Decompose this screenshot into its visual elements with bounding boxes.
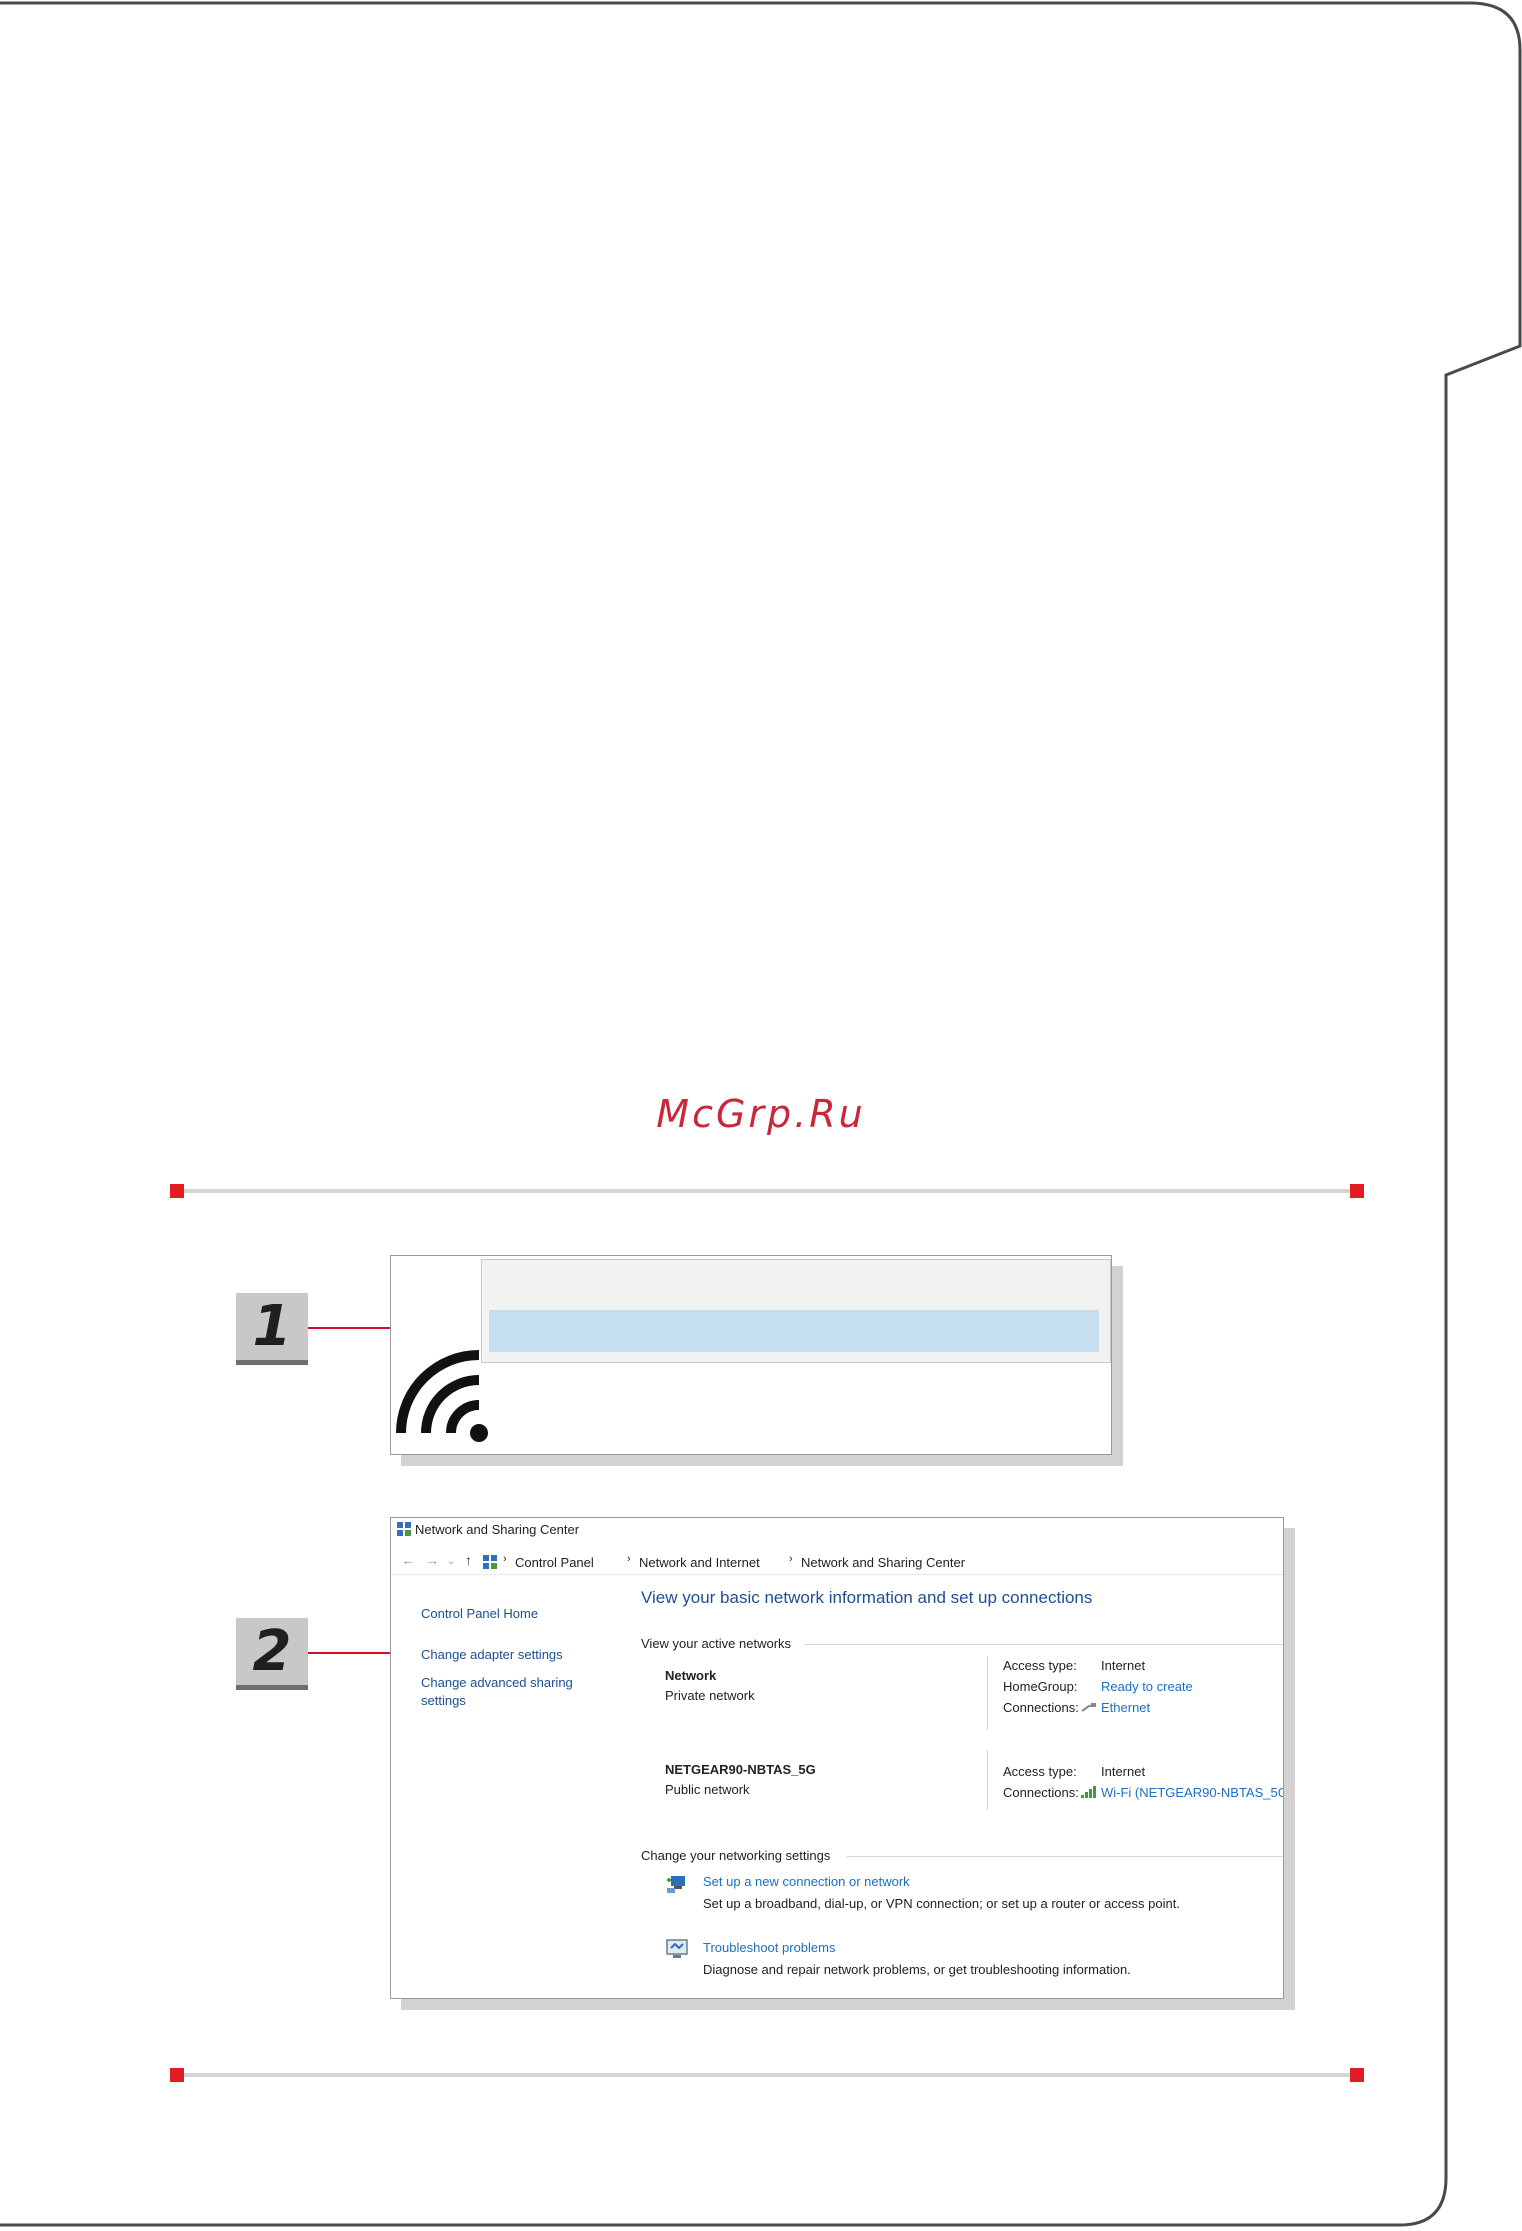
- step-2-leader-line: [308, 1652, 400, 1654]
- setup-connection-link[interactable]: Set up a new connection or network: [703, 1874, 910, 1889]
- new-connection-icon: [667, 1876, 685, 1893]
- change-settings-label: Change your networking settings: [641, 1848, 831, 1863]
- active-networks-label: View your active networks: [641, 1636, 792, 1651]
- breadcrumb-separator-icon: ›: [789, 1553, 793, 1565]
- sidebar-change-advanced-sharing-line2[interactable]: settings: [421, 1693, 466, 1708]
- context-menu: [481, 1259, 1111, 1363]
- network-2-connection-link[interactable]: Wi-Fi (NETGEAR90-NBTAS_5G): [1101, 1785, 1283, 1800]
- network-1-access-value: Internet: [1101, 1658, 1146, 1673]
- troubleshoot-link[interactable]: Troubleshoot problems: [703, 1940, 835, 1955]
- back-arrow-icon[interactable]: ←: [401, 1552, 415, 1568]
- breadcrumb-control-panel-icon: [483, 1555, 497, 1569]
- network-2-name: NETGEAR90-NBTAS_5G: [665, 1762, 816, 1777]
- network-1-name: Network: [665, 1668, 717, 1683]
- control-panel-icon: [397, 1522, 411, 1536]
- troubleshoot-description: Diagnose and repair network problems, or…: [703, 1962, 1131, 1977]
- wifi-icon[interactable]: [391, 1338, 501, 1456]
- network-1-access-label: Access type:: [1003, 1658, 1077, 1673]
- network-2-connections-label: Connections:: [1003, 1785, 1079, 1800]
- breadcrumb-separator-icon: ›: [627, 1553, 631, 1565]
- section-divider-top: [170, 1184, 1364, 1198]
- network-2-separator: [987, 1750, 988, 1810]
- ethernet-icon: [1081, 1703, 1097, 1712]
- breadcrumb-network-sharing[interactable]: Network and Sharing Center: [801, 1555, 965, 1570]
- active-networks-divider: [805, 1644, 1283, 1645]
- network-1-connections-label: Connections:: [1003, 1700, 1079, 1715]
- setup-connection-description: Set up a broadband, dial-up, or VPN conn…: [703, 1896, 1180, 1911]
- wifi-signal-icon: [1081, 1786, 1096, 1798]
- toolbar-divider: [391, 1574, 1283, 1575]
- step-2-badge: 2: [236, 1618, 308, 1690]
- network-2-access-label: Access type:: [1003, 1764, 1077, 1779]
- network-sharing-center-window: Network and Sharing Center ← → ⌄ ↑ › Con…: [390, 1517, 1284, 1999]
- change-settings-divider: [847, 1856, 1283, 1857]
- network-1-homegroup-link[interactable]: Ready to create: [1101, 1679, 1193, 1694]
- up-arrow-icon[interactable]: ↑: [465, 1552, 472, 1568]
- breadcrumb-network-internet[interactable]: Network and Internet: [639, 1555, 760, 1570]
- window-title: Network and Sharing Center: [415, 1522, 580, 1537]
- network-1-connection-link[interactable]: Ethernet: [1101, 1700, 1150, 1715]
- sidebar-control-panel-home[interactable]: Control Panel Home: [421, 1606, 538, 1621]
- menu-item-highlighted[interactable]: [489, 1310, 1099, 1352]
- page-heading: View your basic network information and …: [641, 1588, 1093, 1607]
- chevron-down-icon[interactable]: ⌄: [447, 1556, 455, 1567]
- wifi-menu-screenshot: [390, 1255, 1112, 1455]
- network-2-type[interactable]: Public network: [665, 1782, 750, 1797]
- network-1-homegroup-label: HomeGroup:: [1003, 1679, 1078, 1694]
- troubleshoot-icon: [666, 1939, 688, 1958]
- forward-arrow-icon[interactable]: →: [425, 1552, 439, 1568]
- breadcrumb-control-panel[interactable]: Control Panel: [515, 1555, 594, 1570]
- network-1-type[interactable]: Private network: [665, 1688, 755, 1703]
- breadcrumb-separator-icon: ›: [503, 1553, 507, 1565]
- section-divider-bottom: [170, 2068, 1364, 2082]
- sidebar-change-advanced-sharing[interactable]: Change advanced sharing: [421, 1675, 573, 1690]
- step-1-badge: 1: [236, 1293, 308, 1365]
- network-2-access-value: Internet: [1101, 1764, 1146, 1779]
- network-1-separator: [987, 1656, 988, 1730]
- watermark-text: McGrp.Ru: [656, 1092, 866, 1136]
- sidebar-change-adapter-settings[interactable]: Change adapter settings: [421, 1647, 563, 1662]
